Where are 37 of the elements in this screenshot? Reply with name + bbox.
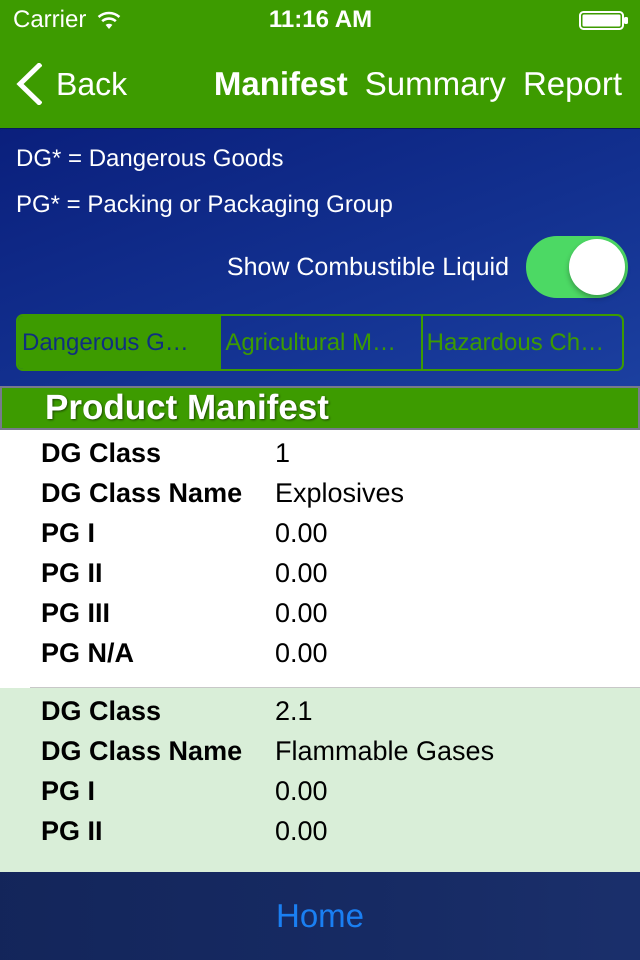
field-label: PG II [41,815,103,847]
field-label: PG II [41,557,103,589]
status-time: 11:16 AM [268,6,372,34]
field-value: 1 [275,437,290,469]
carrier-label: Carrier [13,6,86,34]
segment-tab[interactable]: Hazardous Ch… [420,316,622,369]
field-label: PG III [41,597,110,629]
field-label: DG Class Name [41,477,242,509]
field-value: Explosives [275,477,404,509]
field-value: 0.00 [275,597,328,629]
nav-tab[interactable]: Report [522,64,622,104]
field-value: 0.00 [275,775,328,807]
field-label: DG Class [41,437,162,469]
field-value: Flammable Gases [275,735,494,767]
field-value: 0.00 [275,557,328,589]
nav-tab[interactable]: Summary [364,64,506,104]
back-button[interactable]: Back [16,63,128,105]
nav-tab[interactable]: Manifest [214,64,348,104]
field-value: 2.1 [275,695,313,727]
field-value: 0.00 [275,517,328,549]
field-label: DG Class Name [41,735,242,767]
field-label: PG I [41,517,96,549]
battery-icon [579,10,628,30]
field-label: DG Class [41,695,162,727]
field-value: 0.00 [275,815,328,847]
home-button[interactable]: Home [276,896,364,936]
legend-text: DG* = Dangerous Goods [16,144,284,174]
segment-tab[interactable]: Agricultural M… [219,316,421,369]
field-label: PG I [41,775,96,807]
legend-text: PG* = Packing or Packaging Group [16,190,393,220]
toggle-label: Show Combustible Liquid [226,252,509,282]
wifi-icon [97,11,122,29]
segment-tab[interactable]: Dangerous G… [18,316,220,369]
section-header: Product Manifest [0,386,640,430]
field-label: PG N/A [41,637,134,669]
chevron-left-icon [16,63,42,105]
field-value: 0.00 [275,637,328,669]
